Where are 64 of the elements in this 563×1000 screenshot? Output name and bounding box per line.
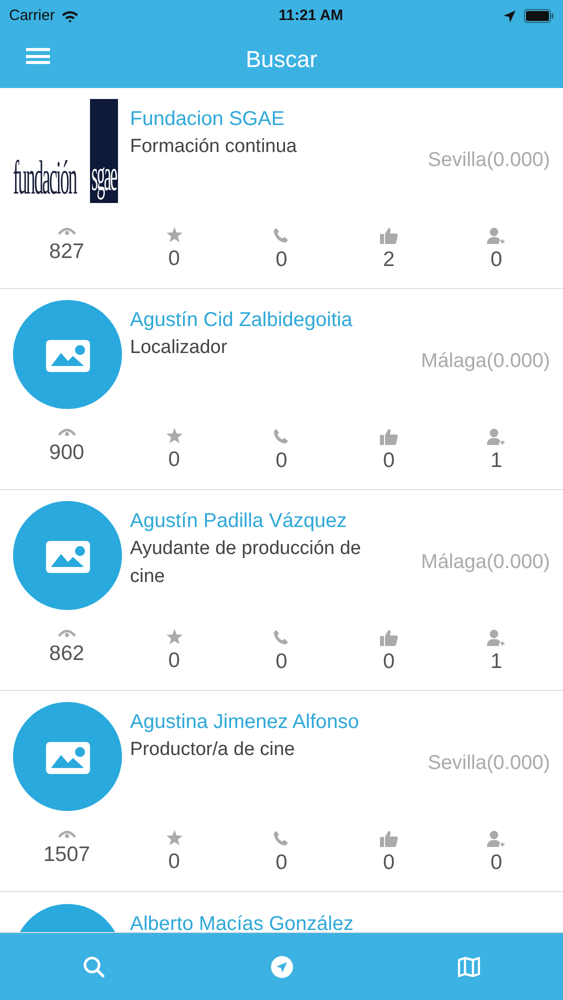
clock: 11:21 AM	[278, 6, 344, 26]
favorite-count: 0	[168, 649, 180, 673]
view-count: 862	[49, 642, 84, 666]
result-location: Sevilla(0.000)	[428, 751, 550, 776]
battery-icon	[524, 9, 554, 23]
carrier-label: Carrier	[9, 6, 55, 26]
thumbs-up-icon	[380, 428, 398, 445]
favorite-count: 0	[168, 247, 180, 271]
view-count: 900	[49, 441, 84, 465]
like-count: 0	[383, 650, 395, 674]
result-name[interactable]: Agustín Padilla Vázquez	[130, 509, 550, 533]
eye-icon	[58, 227, 76, 238]
result-name[interactable]: Fundacion SGAE	[130, 107, 550, 131]
favorite-count: 0	[168, 448, 180, 472]
contact-count: 0	[490, 851, 502, 875]
eye-icon	[58, 629, 76, 640]
navigation-icon	[270, 956, 292, 978]
phone-icon	[272, 428, 290, 445]
like-count: 2	[383, 248, 395, 272]
location-arrow-icon	[502, 10, 516, 22]
result-role: Localizador	[130, 336, 228, 360]
result-location: Málaga(0.000)	[421, 349, 550, 374]
result-location: Sevilla(0.000)	[428, 148, 550, 173]
result-name[interactable]: Agustina Jimenez Alfonso	[130, 710, 550, 734]
contact-count: 1	[490, 449, 502, 473]
add-contact-icon	[487, 830, 506, 847]
page-title: Buscar	[246, 44, 318, 74]
favorite-count: 0	[168, 850, 180, 874]
phone-icon	[272, 830, 290, 847]
add-contact-icon	[487, 428, 506, 445]
star-icon	[166, 830, 183, 846]
eye-icon	[58, 830, 76, 841]
star-icon	[166, 227, 183, 243]
like-count: 0	[383, 851, 395, 875]
thumbs-up-icon	[380, 629, 398, 646]
result-role: Ayudante de producción de cine	[130, 537, 362, 589]
star-icon	[166, 428, 183, 444]
result-location: Málaga(0.000)	[421, 550, 550, 575]
menu-button[interactable]	[26, 45, 50, 67]
eye-icon	[58, 428, 76, 439]
call-count: 0	[276, 449, 288, 473]
phone-icon	[272, 227, 290, 244]
organization-logo: fundación sgae	[13, 99, 122, 207]
thumbs-up-icon	[380, 830, 398, 847]
contact-count: 1	[490, 650, 502, 674]
phone-icon	[272, 629, 290, 646]
contact-count: 0	[490, 248, 502, 272]
thumbs-up-icon	[380, 227, 398, 244]
add-contact-icon	[487, 629, 506, 646]
result-name[interactable]: Alberto Macías González	[130, 912, 550, 932]
call-count: 0	[276, 851, 288, 875]
result-name[interactable]: Agustín Cid Zalbidegoitia	[130, 308, 550, 332]
call-count: 0	[276, 650, 288, 674]
map-icon	[458, 956, 480, 976]
view-count: 1507	[43, 843, 90, 867]
result-role: Formación continua	[130, 135, 297, 159]
wifi-icon	[60, 10, 79, 22]
call-count: 0	[276, 248, 288, 272]
star-icon	[166, 629, 183, 645]
like-count: 0	[383, 449, 395, 473]
search-icon	[82, 956, 105, 978]
add-contact-icon	[487, 227, 506, 244]
view-count: 827	[49, 240, 84, 264]
result-role: Productor/a de cine	[130, 738, 295, 762]
